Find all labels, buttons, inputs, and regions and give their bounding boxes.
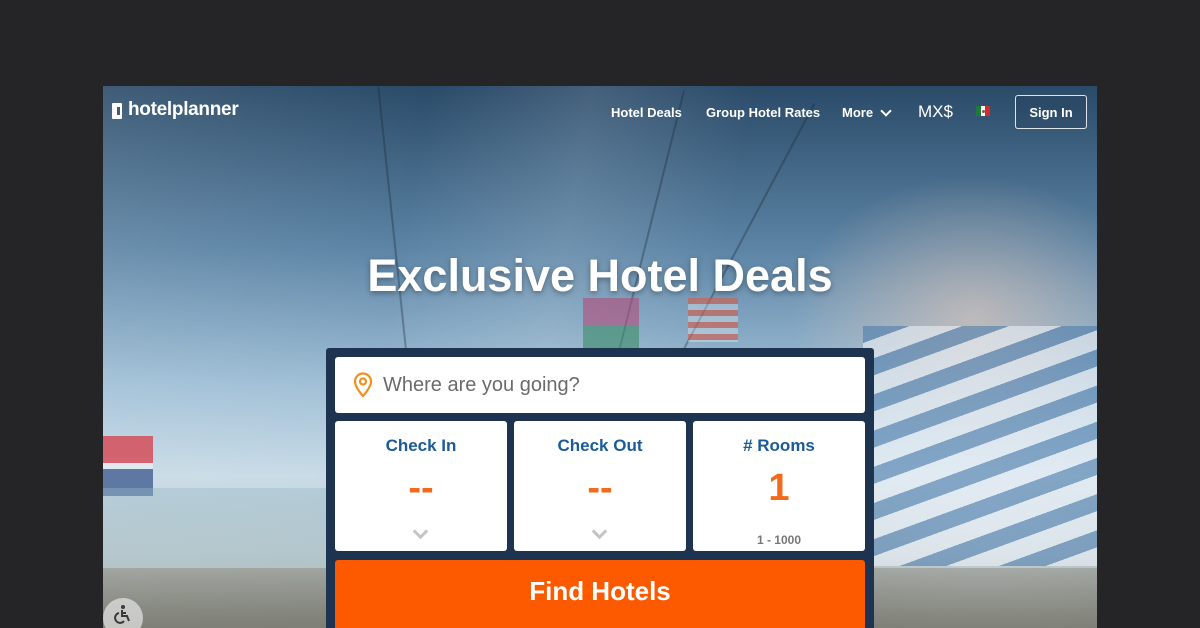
sail-stripes	[688, 298, 738, 342]
check-out-label: Check Out	[557, 436, 643, 455]
currency-selector[interactable]: MX$	[918, 102, 953, 122]
logo-text: hotelplanner	[128, 99, 239, 120]
sail-sponsor-patch	[103, 436, 153, 496]
sign-in-button[interactable]: Sign In	[1015, 95, 1087, 129]
logo-icon	[112, 101, 124, 119]
rooms-range: 1 - 1000	[756, 533, 802, 547]
search-panel: Check In -- Check Out -- # Rooms 1 1 - 1…	[326, 348, 874, 628]
location-pin-icon	[353, 372, 373, 398]
rooms-value: 1	[768, 467, 790, 509]
rooms-label: # Rooms	[743, 436, 815, 455]
chevron-down-icon	[412, 523, 429, 540]
hotelplanner-page: hotelplanner Hotel Deals Group Hotel Rat…	[103, 86, 1097, 628]
striped-shirt-scene	[863, 326, 1097, 566]
nav-hotel-deals[interactable]: Hotel Deals	[611, 105, 682, 120]
check-in-label: Check In	[385, 436, 457, 455]
accessibility-icon	[114, 605, 130, 624]
chevron-down-icon	[880, 104, 892, 117]
hotelplanner-logo[interactable]: hotelplanner	[112, 99, 239, 121]
check-in-field[interactable]: Check In --	[335, 421, 507, 551]
destination-search[interactable]	[335, 357, 865, 413]
check-in-value: --	[408, 467, 434, 509]
nav-more-label: More	[842, 105, 874, 120]
sail-sponsor-patch	[583, 298, 639, 348]
rooms-field[interactable]: # Rooms 1 1 - 1000	[693, 421, 865, 551]
hero-title: Exclusive Hotel Deals	[367, 250, 833, 301]
destination-input[interactable]	[383, 373, 843, 397]
check-out-field[interactable]: Check Out --	[514, 421, 686, 551]
mexico-flag-icon[interactable]	[976, 106, 991, 116]
top-nav: hotelplanner Hotel Deals Group Hotel Rat…	[103, 86, 1097, 138]
chevron-down-icon	[591, 523, 608, 540]
check-out-value: --	[587, 467, 613, 509]
find-hotels-button[interactable]: Find Hotels	[335, 560, 865, 628]
nav-group-hotel-rates[interactable]: Group Hotel Rates	[706, 105, 820, 120]
nav-more-menu[interactable]: More	[842, 104, 892, 120]
